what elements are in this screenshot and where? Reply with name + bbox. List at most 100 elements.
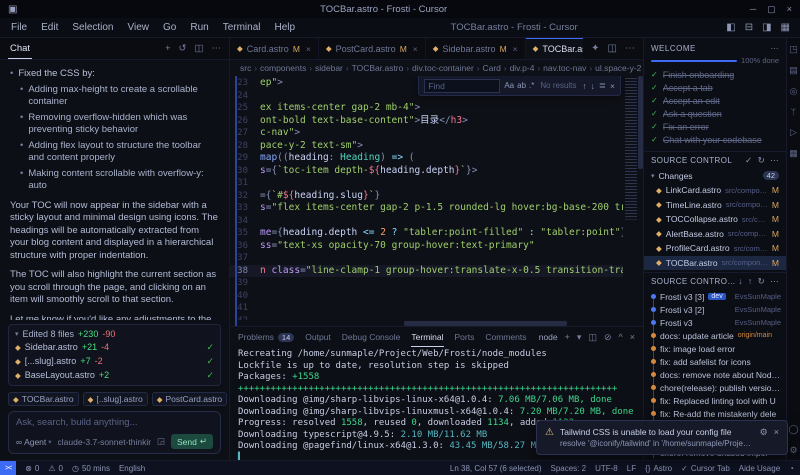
- commit-row[interactable]: docs: fix wrong entrance for: [644, 459, 786, 460]
- welcome-item-accept-an-edit[interactable]: ✓Accept an edit: [651, 94, 779, 107]
- minimap[interactable]: [624, 76, 638, 320]
- welcome-item-accept-a-tab[interactable]: ✓Accept a tab: [651, 81, 779, 94]
- close-icon[interactable]: ×: [787, 4, 792, 15]
- minimize-icon[interactable]: ─: [750, 4, 756, 15]
- code-line[interactable]: 37: [230, 252, 623, 265]
- maximize-icon[interactable]: ▢: [767, 4, 776, 15]
- refresh-icon[interactable]: ↻: [758, 155, 766, 166]
- changes-header[interactable]: ▾ Changes 42: [644, 168, 786, 183]
- panel-tab-terminal[interactable]: Terminal: [411, 327, 443, 347]
- commit-row[interactable]: docs: update articleorigin/main: [644, 329, 786, 342]
- menu-view[interactable]: View: [121, 22, 157, 33]
- customize-layout-icon[interactable]: ▦: [781, 22, 790, 33]
- refresh-icon[interactable]: ↻: [758, 276, 766, 287]
- new-chat-icon[interactable]: +: [165, 43, 171, 54]
- menu-edit[interactable]: Edit: [34, 22, 65, 33]
- tab-postcard-astro[interactable]: ◆PostCard.astroM×: [319, 38, 426, 59]
- scm-file-row[interactable]: ◆TOCBar.astrosrc/componentsM: [644, 256, 786, 271]
- source-control-icon[interactable]: ᛘ: [791, 107, 796, 117]
- code-line[interactable]: 30s={`toc-item depth-${heading.depth}`}>: [230, 165, 623, 178]
- edited-files-summary[interactable]: ▾Edited 8 files+230-90: [15, 328, 214, 340]
- context-chip-tocbar-astro[interactable]: ◆TOCBar.astro: [8, 392, 79, 406]
- history-icon[interactable]: ↺: [179, 43, 187, 54]
- code-line[interactable]: 42: [230, 315, 623, 321]
- context-chip-slug-astro[interactable]: ◆[..slug].astro: [83, 392, 148, 406]
- search-icon[interactable]: ◎: [790, 86, 798, 97]
- code-line[interactable]: 41: [230, 302, 623, 315]
- commit-row[interactable]: fix: Replaced linting tool with U: [644, 394, 786, 407]
- model-selector[interactable]: claude-3.7-sonnet-thinking ▾: [58, 437, 151, 447]
- commit-row[interactable]: fix: add safelist for icons: [644, 355, 786, 368]
- code-editor[interactable]: 23ep">2425ex items-center gap-2 mb-4">26…: [230, 76, 643, 326]
- chat-icon[interactable]: ◳: [789, 44, 798, 55]
- code-line[interactable]: 25ex items-center gap-2 mb-4">: [230, 102, 623, 115]
- toggle-primary-sidebar-icon[interactable]: ◧: [726, 22, 735, 33]
- breadcrumb-item-src[interactable]: src: [240, 63, 251, 73]
- status-encoding[interactable]: UTF-8: [595, 464, 618, 473]
- status-aide-usage[interactable]: Aide Usage: [739, 464, 780, 473]
- horizontal-scrollbar[interactable]: [260, 321, 621, 326]
- send-button[interactable]: Send ↵: [171, 434, 213, 449]
- panel-tab-ports[interactable]: Ports: [455, 327, 475, 347]
- sparkle-icon[interactable]: ✦: [591, 43, 599, 54]
- commit-row[interactable]: fix: Re-add the mistakenly dele: [644, 407, 786, 420]
- context-chip-postcard-astro[interactable]: ◆PostCard.astro: [152, 392, 227, 406]
- close-icon[interactable]: ×: [513, 44, 518, 54]
- vertical-scrollbar[interactable]: [638, 76, 643, 320]
- git-modified-badge[interactable]: M: [772, 258, 779, 268]
- code-line[interactable]: 39: [230, 277, 623, 290]
- status-eol[interactable]: LF: [627, 464, 636, 473]
- scm-file-row[interactable]: ◆LinkCard.astrosrc/componentsM: [644, 183, 786, 198]
- more-icon[interactable]: ⋯: [771, 44, 780, 53]
- menu-help[interactable]: Help: [268, 22, 303, 33]
- git-modified-badge[interactable]: M: [772, 229, 779, 239]
- chat-messages[interactable]: •Fixed the CSS by:•Adding max-height to …: [0, 60, 229, 320]
- add-terminal-icon[interactable]: +: [565, 332, 570, 342]
- breadcrumb-item-div-p-4[interactable]: div.p-4: [510, 63, 535, 73]
- scm-file-row[interactable]: ◆TOCCollapse.astrosrc/componentsM: [644, 212, 786, 227]
- commit-row[interactable]: Frosti v3EvsSunMaple: [644, 316, 786, 329]
- tab-card-astro[interactable]: ◆Card.astroM×: [230, 38, 319, 59]
- panel-tab-debug-console[interactable]: Debug Console: [342, 327, 401, 347]
- toggle-secondary-sidebar-icon[interactable]: ◨: [762, 22, 771, 33]
- status-timer[interactable]: ◷50 mins: [72, 464, 110, 473]
- status-indentation[interactable]: Spaces: 2: [551, 464, 587, 473]
- code-line[interactable]: 32={`#${heading.slug}`}: [230, 190, 623, 203]
- kill-terminal-icon[interactable]: ⊘: [604, 332, 612, 343]
- fetch-icon[interactable]: ↓: [738, 276, 743, 287]
- explorer-icon[interactable]: ▤: [789, 65, 798, 76]
- commit-row[interactable]: fix: image load error: [644, 342, 786, 355]
- commit-row[interactable]: chore(release): publish version 2: [644, 381, 786, 394]
- more-icon[interactable]: ⋯: [770, 155, 779, 166]
- git-modified-badge[interactable]: M: [772, 243, 779, 253]
- close-panel-icon[interactable]: ×: [630, 332, 635, 342]
- terminal-profile-dropdown-icon[interactable]: ▾: [577, 332, 582, 343]
- scm-file-row[interactable]: ◆TimeLine.astrosrc/componentsM: [644, 198, 786, 213]
- breadcrumb-item-ul-space-y-2[interactable]: ul.space-y-2: [595, 63, 641, 73]
- menu-run[interactable]: Run: [183, 22, 215, 33]
- gear-icon[interactable]: ⚙: [760, 427, 768, 438]
- attach-image-icon[interactable]: ◲: [157, 436, 165, 447]
- terminal-shell-node[interactable]: node: [539, 332, 558, 342]
- welcome-item-chat-with-your-codebase[interactable]: ✓Chat with your codebase: [651, 133, 779, 146]
- panel-tab-problems[interactable]: Problems14: [238, 327, 294, 347]
- breadcrumb-item-nav-toc-nav[interactable]: nav.toc-nav: [543, 63, 586, 73]
- more-actions-icon[interactable]: ⋯: [625, 43, 635, 54]
- breadcrumb-item-tocbar-astro[interactable]: TOCBar.astro: [352, 63, 404, 73]
- close-icon[interactable]: ×: [610, 81, 615, 91]
- check-icon[interactable]: ✓: [745, 155, 753, 166]
- status-language[interactable]: English: [119, 464, 145, 473]
- git-modified-badge[interactable]: M: [772, 185, 779, 195]
- remote-indicator[interactable]: ><: [0, 461, 16, 475]
- welcome-item-fix-an-error[interactable]: ✓Fix an error: [651, 120, 779, 133]
- scm-file-row[interactable]: ◆ProfileCard.astrosrc/componentsM: [644, 241, 786, 256]
- status-notifications[interactable]: ◔: [789, 464, 794, 473]
- toggle-panel-icon[interactable]: ⊟: [745, 22, 753, 33]
- panel-tab-comments[interactable]: Comments: [485, 327, 526, 347]
- code-line[interactable]: 26ont-bold text-base-content">目录</h3>: [230, 115, 623, 128]
- notification-toast[interactable]: ⚠ Tailwind CSS is unable to load your co…: [536, 420, 788, 455]
- edited-file-row[interactable]: ◆Sidebar.astro+21-4✓: [15, 340, 214, 354]
- status-errors[interactable]: ⊗0: [25, 464, 39, 473]
- code-line[interactable]: 29map((heading: Heading) => (: [230, 152, 623, 165]
- breadcrumb-item-sidebar[interactable]: sidebar: [315, 63, 343, 73]
